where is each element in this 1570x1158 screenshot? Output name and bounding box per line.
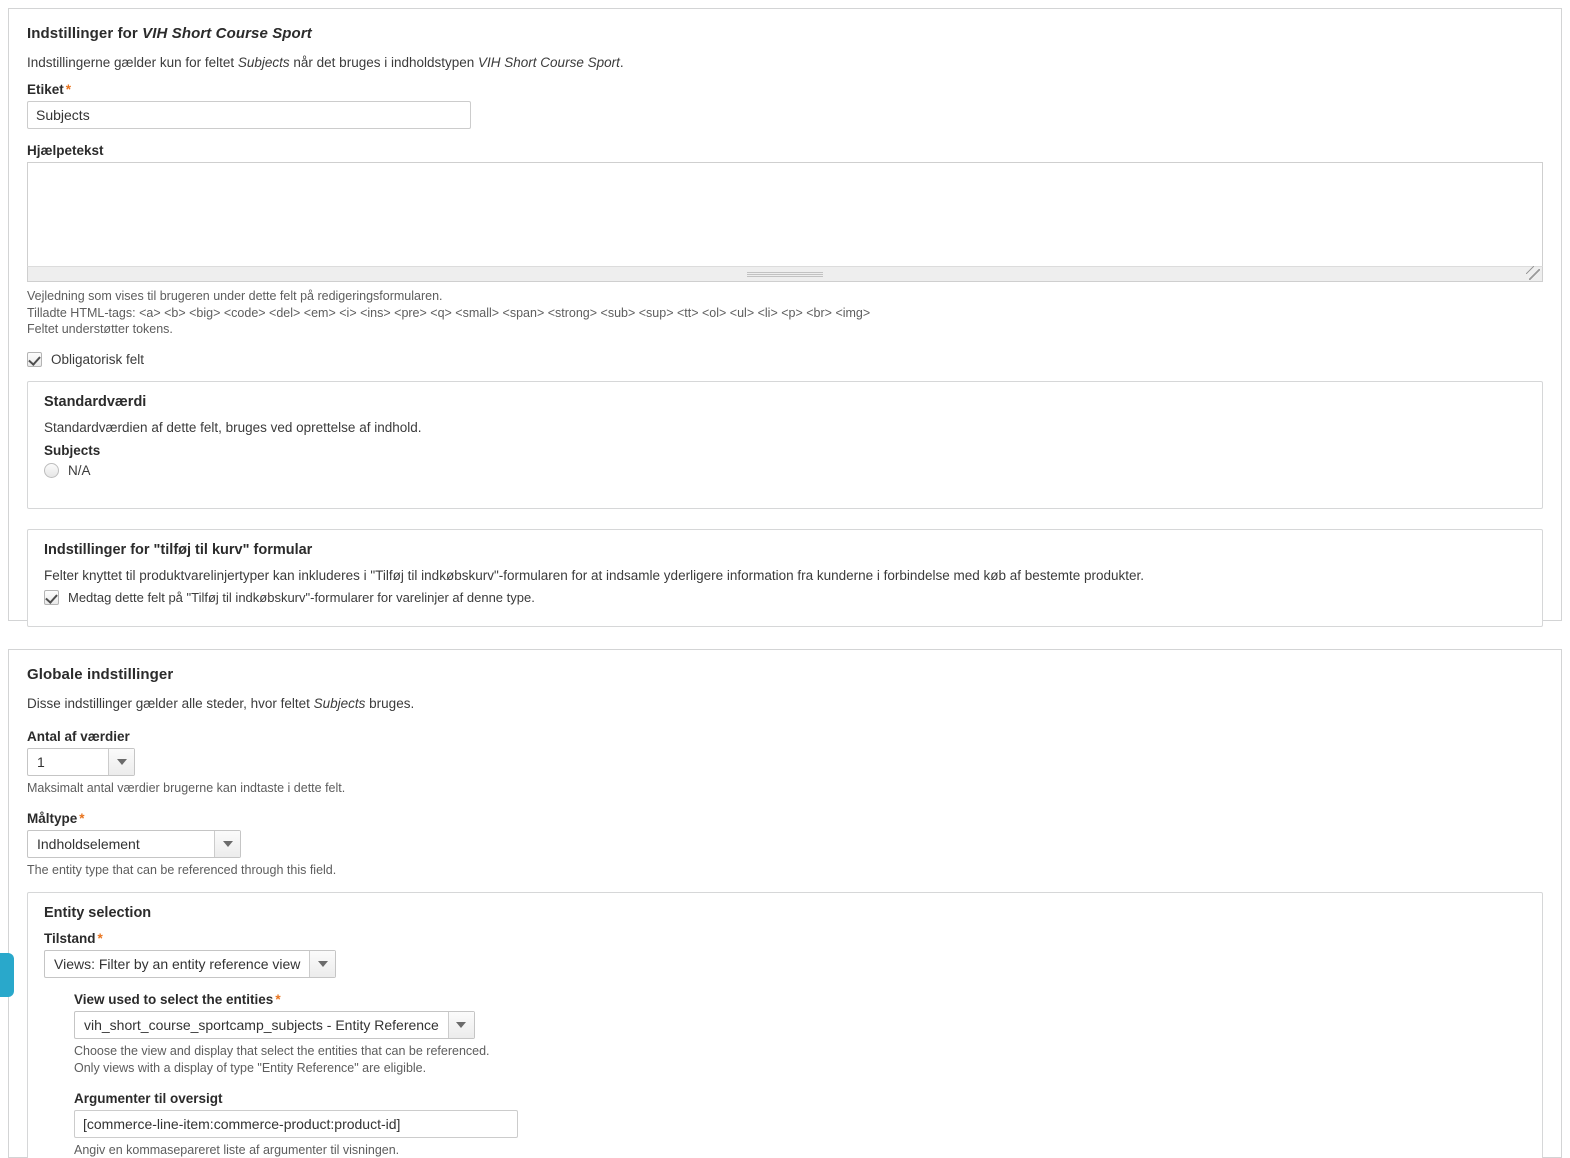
default-value-fieldset: Standardværdi Standardværdien af dette f… — [27, 381, 1543, 510]
global-settings-title: Globale indstillinger — [27, 666, 174, 683]
chevron-down-icon[interactable] — [214, 830, 240, 857]
selection-mode-label-text: Tilstand — [44, 931, 96, 947]
help-text-label: Hjælpetekst — [27, 143, 104, 159]
view-select-description: Choose the view and display that select … — [74, 1043, 1526, 1076]
add-to-cart-title: Indstillinger for "tilføj til kurv" form… — [44, 542, 313, 559]
default-value-title: Standardværdi — [44, 394, 147, 411]
view-arguments-label: Argumenter til oversigt — [74, 1090, 223, 1106]
page-title-prefix: Indstillinger for — [27, 25, 143, 42]
textarea-footer — [27, 266, 1543, 283]
entity-selection-fieldset: Entity selection Tilstand * Views: Filter… — [27, 892, 1543, 1158]
required-asterisk-mode: * — [97, 931, 103, 947]
default-value-radio-label: N/A — [68, 463, 91, 479]
chevron-down-icon[interactable] — [447, 1012, 474, 1039]
default-value-description: Standardværdien af dette felt, bruges ve… — [44, 420, 422, 436]
view-arguments-description: Angiv en kommasepareret liste af argumen… — [74, 1142, 1526, 1158]
required-field-checkbox[interactable] — [27, 352, 42, 368]
chevron-down-icon[interactable] — [309, 951, 336, 978]
target-type-select-value: Indholdselement — [37, 835, 140, 852]
view-select-value: vih_short_course_sportcamp_subjects - En… — [84, 1017, 439, 1034]
view-select-label-text: View used to select the entities — [74, 992, 274, 1008]
help-desc-line-2: Tilladte HTML-tags: <a> <b> <big> <code>… — [27, 305, 871, 320]
view-arguments-input[interactable] — [74, 1109, 518, 1138]
help-desc-line-3: Feltet understøtter tokens. — [27, 322, 173, 337]
selection-mode-select-value: Views: Filter by an entity reference vie… — [54, 956, 301, 973]
target-type-label: Måltype * — [27, 811, 1543, 826]
help-text-textarea[interactable] — [27, 162, 1543, 267]
instance-settings-panel: Indstillinger for VIH Short Course Sport… — [8, 8, 1562, 628]
default-value-sub-label: Subjects — [44, 443, 101, 459]
label-field-input[interactable] — [27, 101, 471, 130]
add-to-cart-checkbox[interactable] — [44, 590, 59, 606]
required-field-checkbox-label: Obligatorisk felt — [51, 352, 145, 368]
intro-part-3: . — [619, 55, 624, 70]
required-asterisk-target-type: * — [79, 810, 85, 826]
default-value-radio-na[interactable] — [44, 463, 59, 479]
selection-mode-label: Tilstand * — [44, 931, 1526, 946]
help-text-description: Vejledning som vises til brugeren under … — [27, 288, 1543, 338]
add-to-cart-description: Felter knyttet til produktvarelinjertype… — [44, 568, 1145, 584]
global-settings-intro: Disse indstillinger gælder alle steder, … — [27, 695, 1543, 713]
cardinality-description: Maksimalt antal værdier brugerne kan ind… — [27, 781, 346, 796]
intro-emphasis-2: VIH Short Course Sport — [478, 55, 620, 70]
global-settings-body: Globale indstillinger Disse indstillinge… — [9, 650, 1561, 1158]
global-intro-emphasis: Subjects — [313, 696, 366, 711]
intro-part-2: når det bruges i indholdstypen — [289, 55, 479, 70]
add-to-cart-fieldset: Indstillinger for "tilføj til kurv" form… — [27, 529, 1543, 628]
global-intro-part-2: bruges. — [365, 696, 415, 711]
page-title: Indstillinger for VIH Short Course Sport — [27, 25, 1543, 42]
required-field-checkbox-row[interactable]: Obligatorisk felt — [27, 352, 1543, 368]
global-settings-panel: Globale indstillinger Disse indstillinge… — [8, 649, 1562, 1158]
field-settings-page: Indstillinger for VIH Short Course Sport… — [0, 0, 1570, 1158]
default-value-radio-row[interactable]: N/A — [44, 463, 1526, 479]
resize-grip-icon[interactable] — [1526, 266, 1540, 281]
required-asterisk-view: * — [275, 992, 281, 1008]
target-type-description: The entity type that can be referenced t… — [27, 862, 337, 877]
view-args-desc-line-1: Angiv en kommasepareret liste af argumen… — [74, 1142, 400, 1157]
intro-emphasis-1: Subjects — [237, 55, 290, 70]
chevron-down-icon[interactable] — [108, 749, 134, 776]
add-to-cart-checkbox-label: Medtag dette felt på "Tilføj til indkøbs… — [68, 590, 535, 606]
page-title-emphasis: VIH Short Course Sport — [142, 25, 312, 42]
drag-handle-icon[interactable] — [747, 272, 823, 278]
cardinality-select-value: 1 — [37, 754, 45, 771]
add-to-cart-checkbox-row[interactable]: Medtag dette felt på "Tilføj til indkøbs… — [44, 590, 1526, 606]
required-asterisk: * — [65, 82, 72, 98]
view-desc-line-2: Only views with a display of type "Entit… — [74, 1061, 427, 1076]
cardinality-select[interactable]: 1 — [27, 748, 135, 777]
instance-settings-body: Indstillinger for VIH Short Course Sport… — [9, 9, 1561, 645]
view-select[interactable]: vih_short_course_sportcamp_subjects - En… — [74, 1011, 475, 1040]
target-type-select[interactable]: Indholdselement — [27, 829, 241, 858]
selection-mode-select[interactable]: Views: Filter by an entity reference vie… — [44, 950, 337, 979]
view-desc-line-1: Choose the view and display that select … — [74, 1044, 490, 1059]
help-desc-line-1: Vejledning som vises til brugeren under … — [27, 289, 443, 304]
intro-part-1: Indstillingerne gælder kun for feltet — [27, 55, 238, 70]
global-intro-part-1: Disse indstillinger gælder alle steder, … — [27, 696, 314, 711]
label-field-label: Etiket * — [27, 82, 1543, 97]
instance-intro-text: Indstillingerne gælder kun for feltet Su… — [27, 54, 1543, 72]
side-toolbar-tab[interactable] — [0, 953, 14, 997]
target-type-label-text: Måltype — [27, 810, 78, 826]
view-selection-group: View used to select the entities * vih_sh… — [74, 992, 1526, 1158]
label-field-label-text: Etiket — [27, 82, 64, 98]
help-text-wrapper — [27, 162, 1543, 283]
view-select-label: View used to select the entities * — [74, 992, 1526, 1007]
entity-selection-title: Entity selection — [44, 905, 152, 922]
cardinality-label: Antal af værdier — [27, 729, 130, 745]
